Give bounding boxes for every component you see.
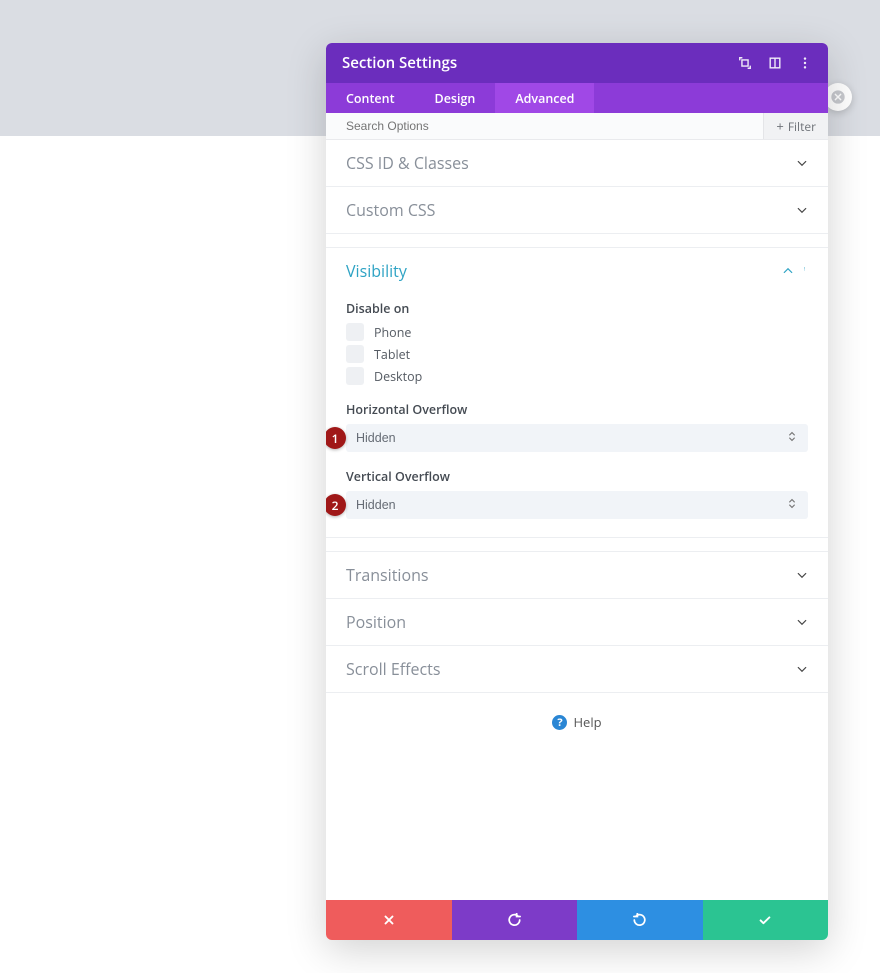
h-overflow-select-wrap: 1 Hidden [346, 424, 808, 452]
h-overflow-select[interactable]: Hidden [346, 424, 808, 452]
disable-on-label: Disable on [346, 300, 808, 317]
expand-icon[interactable] [738, 56, 752, 70]
disable-desktop-row: Desktop [346, 367, 808, 385]
checkbox-phone-label: Phone [374, 324, 411, 341]
confirm-button[interactable] [703, 900, 829, 940]
section-visibility: Visibility Disable on Phone Tablet [326, 248, 828, 538]
panel-footer [326, 900, 828, 940]
section-custom-css: Custom CSS [326, 187, 828, 234]
annotation-badge-2: 2 [326, 494, 346, 516]
section-transitions: Transitions [326, 552, 828, 599]
v-overflow-select-wrap: 2 Hidden [346, 491, 808, 519]
undo-button[interactable] [452, 900, 578, 940]
help-row[interactable]: ? Help [326, 693, 828, 741]
filter-label: Filter [788, 118, 816, 135]
section-title: Custom CSS [346, 199, 435, 221]
section-title: Position [346, 611, 406, 633]
chevron-down-icon [796, 157, 808, 169]
tab-bar: Content Design Advanced [326, 83, 828, 113]
settings-panel: Section Settings Content Design Advanced… [326, 43, 828, 940]
section-scroll-effects: Scroll Effects [326, 646, 828, 693]
section-toggle-custom-css[interactable]: Custom CSS [326, 187, 828, 233]
section-toggle-position[interactable]: Position [326, 599, 828, 645]
section-body-visibility: Disable on Phone Tablet Desktop Horizont… [326, 300, 828, 537]
chevron-down-icon [796, 663, 808, 675]
cancel-button[interactable] [326, 900, 452, 940]
v-overflow-select[interactable]: Hidden [346, 491, 808, 519]
search-filter-row: + Filter [326, 113, 828, 140]
section-toggle-transitions[interactable]: Transitions [326, 552, 828, 598]
disable-tablet-row: Tablet [346, 345, 808, 363]
help-label: Help [573, 713, 601, 731]
section-toggle-visibility[interactable]: Visibility [326, 248, 828, 294]
redo-button[interactable] [577, 900, 703, 940]
menu-kebab-icon[interactable] [798, 56, 812, 70]
close-icon [830, 89, 846, 105]
panel-body: CSS ID & Classes Custom CSS Visibility [326, 140, 828, 900]
select-chevron-icon [788, 498, 798, 512]
help-icon: ? [552, 715, 567, 730]
undo-icon [507, 913, 521, 927]
redo-icon [633, 913, 647, 927]
section-divider [326, 538, 828, 552]
responsive-icon[interactable] [768, 56, 782, 70]
h-overflow-label: Horizontal Overflow [346, 401, 808, 418]
section-css-id-classes: CSS ID & Classes [326, 140, 828, 187]
header-actions [738, 56, 812, 70]
close-panel-button[interactable] [824, 83, 852, 111]
section-title: Scroll Effects [346, 658, 440, 680]
chevron-down-icon [796, 569, 808, 581]
section-title: Transitions [346, 564, 429, 586]
v-overflow-label: Vertical Overflow [346, 468, 808, 485]
section-title: CSS ID & Classes [346, 152, 469, 174]
checkbox-desktop-label: Desktop [374, 368, 422, 385]
section-position: Position [326, 599, 828, 646]
checkbox-desktop[interactable] [346, 367, 364, 385]
panel-title: Section Settings [342, 53, 738, 73]
section-title: Visibility [346, 260, 407, 282]
panel-header: Section Settings [326, 43, 828, 83]
tab-design[interactable]: Design [415, 83, 496, 113]
section-toggle-scroll-effects[interactable]: Scroll Effects [326, 646, 828, 692]
tab-advanced[interactable]: Advanced [495, 83, 594, 113]
section-divider [326, 234, 828, 248]
checkbox-phone[interactable] [346, 323, 364, 341]
chevron-down-icon [796, 616, 808, 628]
filter-button[interactable]: + Filter [763, 113, 828, 139]
search-input[interactable] [326, 119, 763, 133]
plus-icon: + [776, 120, 783, 133]
select-chevron-icon [788, 431, 798, 445]
checkbox-tablet[interactable] [346, 345, 364, 363]
close-icon [382, 913, 396, 927]
tab-content[interactable]: Content [326, 83, 415, 113]
chevron-up-icon [782, 265, 794, 277]
section-toggle-css-id[interactable]: CSS ID & Classes [326, 140, 828, 186]
annotation-badge-1: 1 [326, 427, 346, 449]
check-icon [758, 913, 772, 927]
chevron-down-icon [796, 204, 808, 216]
disable-phone-row: Phone [346, 323, 808, 341]
section-menu-icon[interactable] [804, 262, 808, 281]
checkbox-tablet-label: Tablet [374, 346, 410, 363]
